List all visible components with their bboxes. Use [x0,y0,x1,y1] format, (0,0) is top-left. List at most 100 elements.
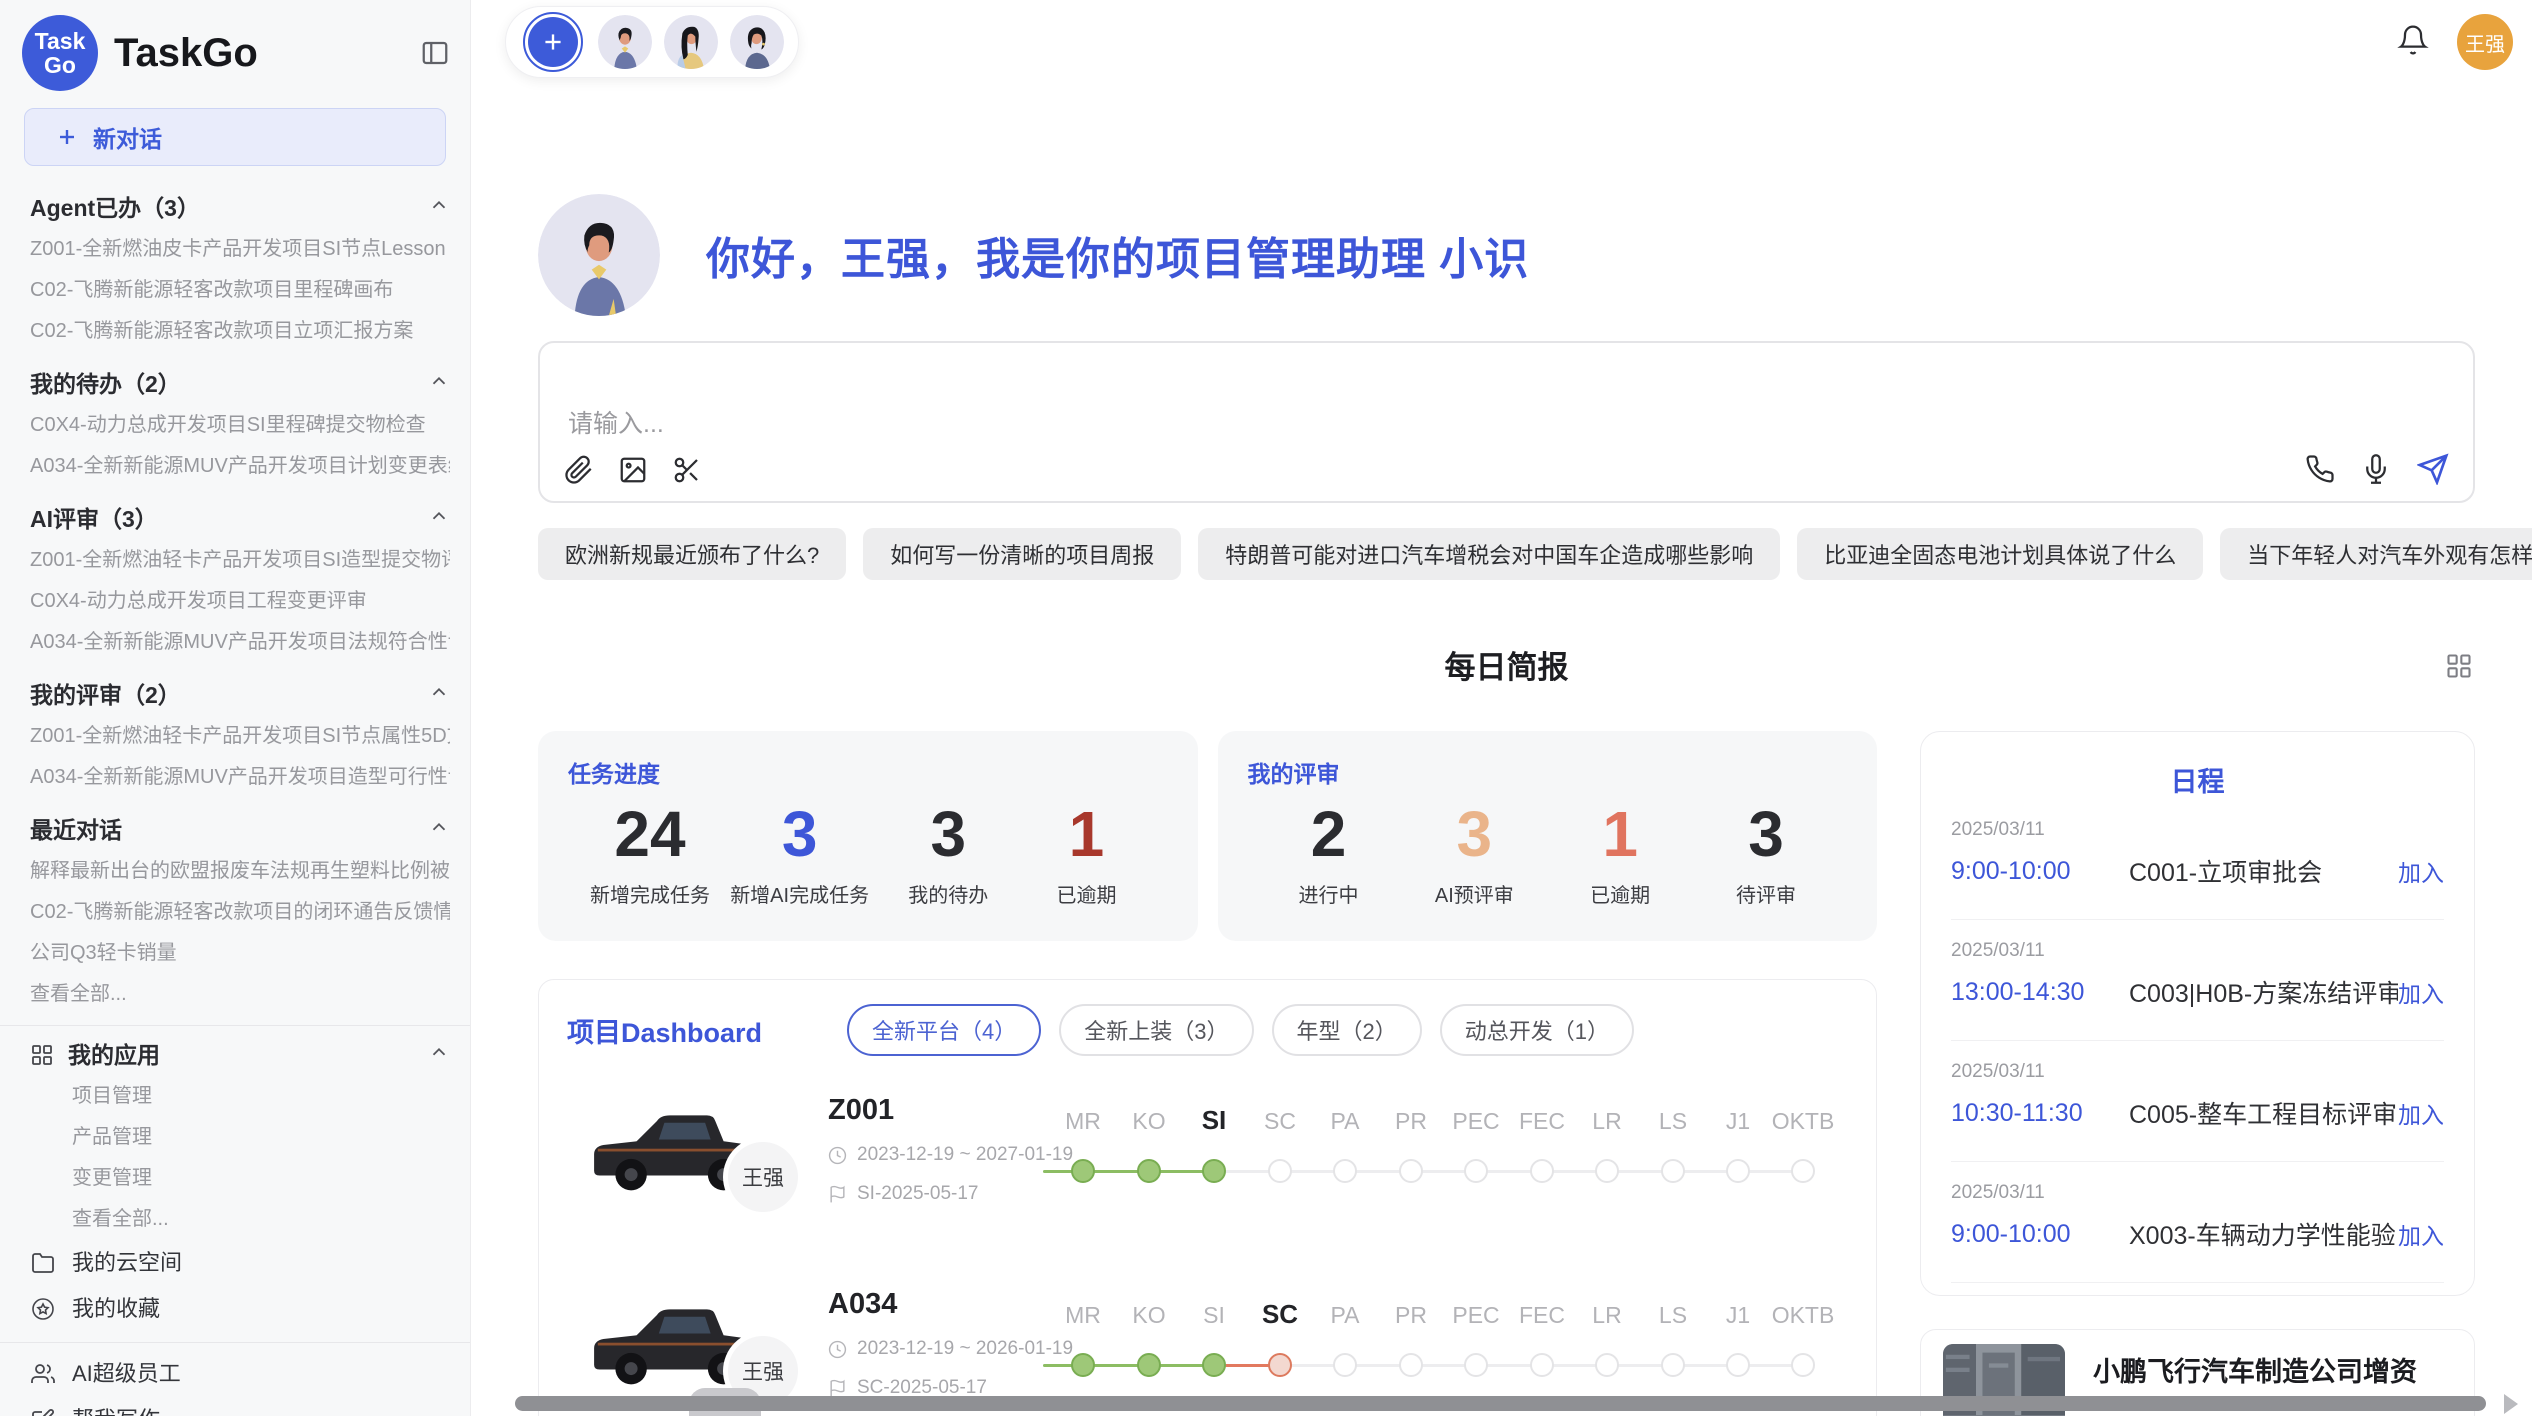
app-item-product-mgmt[interactable]: 产品管理 [72,1117,450,1158]
sidebar-item[interactable]: Z001-全新燃油轻卡产品开发项目SI节点属性5D文件评审 [30,716,450,757]
attachment-icon[interactable] [564,455,594,485]
microphone-icon[interactable] [2361,454,2391,484]
milestone-dot [1333,1353,1357,1377]
left-column: 任务进度 24 新增完成任务 3 新增AI完成任务 [538,731,1877,1416]
scissors-icon[interactable] [672,455,702,485]
user-avatar[interactable]: 王强 [2457,14,2513,70]
stat-new-ai-completed: 3 新增AI完成任务 [730,791,869,908]
recent-chat-item[interactable]: C02-飞腾新能源轻客改款项目的闭环通告反馈情况 [30,892,450,933]
sidebar-item-favorites[interactable]: 我的收藏 [30,1286,450,1332]
suggestion-chip[interactable]: 欧洲新规最近颁布了什么? [538,528,846,580]
section-agent-done[interactable]: Agent已办（3） [30,188,450,229]
chat-composer [538,341,2475,503]
stat-in-progress: 2 进行中 [1270,791,1388,908]
milestone-timeline: MR KO SI SC PA PR PEC FEC LR LS J1 [1043,1086,1848,1216]
notification-bell-icon[interactable] [2397,24,2429,61]
sidebar-item[interactable]: C02-飞腾新能源轻客改款项目里程碑画布 [30,270,450,311]
suggestion-chip[interactable]: 当下年轻人对汽车外观有怎样的喜好趋势 [2220,528,2532,580]
dashboard-filters: 全新平台（4） 全新上装（3） 年型（2） 动总开发（1） [847,1004,1634,1056]
news-title: 小鹏飞行汽车制造公司增资 [2093,1350,2452,1389]
add-agent-button[interactable] [528,17,578,67]
stat-label: 我的待办 [889,879,1007,908]
sidebar-item-help-me-write[interactable]: 帮我写作 [30,1397,450,1416]
image-icon[interactable] [618,455,648,485]
stat-my-todo: 3 我的待办 [889,791,1007,908]
suggestion-chip[interactable]: 特朗普可能对进口汽车增税会对中国车企造成哪些影响 [1198,528,1780,580]
layout-grid-icon[interactable] [2445,652,2473,685]
sidebar: Task Go TaskGo 新对话 Agent已办（3） Z001-全新燃油皮… [0,0,471,1416]
milestone-dot [1791,1159,1815,1183]
stat-label: 新增AI完成任务 [730,879,869,908]
recent-chat-item[interactable]: 解释最新出台的欧盟报废车法规再生塑料比例被调至15%... [30,851,450,892]
app-item-project-mgmt[interactable]: 项目管理 [72,1076,450,1117]
section-label: 我的评审（2） [30,675,181,716]
milestone-label: PA [1331,1302,1360,1329]
section-recent-chats[interactable]: 最近对话 [30,810,450,851]
milestone-dot [1726,1353,1750,1377]
app-item-change-mgmt[interactable]: 变更管理 [72,1158,450,1199]
suggestion-chip[interactable]: 如何写一份清晰的项目周报 [863,528,1181,580]
stat-label: 待评审 [1707,879,1825,908]
join-button[interactable]: 加入 [2398,854,2444,888]
section-my-apps[interactable]: 我的应用 [30,1034,450,1076]
horizontal-scrollbar[interactable] [515,1396,2486,1411]
join-button[interactable]: 加入 [2398,1217,2444,1251]
project-row[interactable]: 王强 A034 2023-12-19 ~ 2026-01-19 [567,1280,1848,1412]
sidebar-item-label: AI超级员工 [72,1351,181,1397]
clock-icon [828,1146,847,1165]
join-button[interactable]: 加入 [2398,975,2444,1009]
filter-chip[interactable]: 全新平台（4） [847,1004,1041,1056]
filter-chip[interactable]: 动总开发（1） [1440,1004,1634,1056]
greeting-row: 你好，王强，我是你的项目管理助理 小识 [538,194,2475,316]
project-code: Z001 [828,1094,1043,1127]
stat-new-completed: 24 新增完成任务 [590,791,710,908]
sidebar-item[interactable]: Z001-全新燃油轻卡产品开发项目SI造型提交物评审 [30,540,450,581]
sidebar-item[interactable]: C0X4-动力总成开发项目SI里程碑提交物检查 [30,405,450,446]
new-chat-button[interactable]: 新对话 [24,108,446,166]
milestone-label: PA [1331,1108,1360,1135]
send-icon[interactable] [2417,453,2449,485]
sidebar-item-ai-super-staff[interactable]: AI超级员工 [30,1351,450,1397]
section-my-todo[interactable]: 我的待办（2） [30,364,450,405]
milestone-dot [1791,1353,1815,1377]
view-all-schedule-link[interactable]: 查看所有日程 [1951,1295,2444,1296]
filter-chip[interactable]: 全新上装（3） [1059,1004,1253,1056]
dashboard-title: 项目Dashboard [567,1011,847,1050]
milestone-label: MR [1065,1302,1101,1329]
agent-avatar[interactable] [730,15,784,69]
filter-chip[interactable]: 年型（2） [1272,1004,1422,1056]
schedule-title: 日程 [1951,760,2444,799]
sidebar-item-cloud-space[interactable]: 我的云空间 [30,1240,450,1286]
recent-view-all[interactable]: 查看全部... [30,974,450,1015]
stat-value: 3 [889,791,1007,877]
suggestion-chip[interactable]: 比亚迪全固态电池计划具体说了什么 [1797,528,2203,580]
sidebar-item[interactable]: A034-全新新能源MUV产品开发项目计划变更表编写 [30,446,450,487]
project-row[interactable]: 王强 Z001 2023-12-19 ~ 2027-01-19 [567,1086,1848,1218]
section-my-review[interactable]: 我的评审（2） [30,675,450,716]
milestone-dot [1595,1159,1619,1183]
apps-view-all[interactable]: 查看全部... [72,1199,450,1240]
scroll-right-arrow[interactable] [2504,1394,2518,1414]
milestone-dot-done [1137,1159,1161,1183]
agent-avatar[interactable] [664,15,718,69]
logo-text-bottom: Go [44,53,76,77]
milestone-label: MR [1065,1108,1101,1135]
sidebar-item[interactable]: C02-飞腾新能源轻客改款项目立项汇报方案 [30,311,450,352]
sidebar-item[interactable]: A034-全新新能源MUV产品开发项目法规符合性评审 [30,622,450,663]
topbar-right: 王强 [2397,14,2513,70]
agent-avatar-pill [505,6,799,78]
sidebar-item[interactable]: C0X4-动力总成开发项目工程变更评审 [30,581,450,622]
agent-avatar[interactable] [598,15,652,69]
chat-input[interactable] [566,409,1970,440]
sidebar-item[interactable]: A034-全新新能源MUV产品开发项目造型可行性评审 [30,757,450,798]
milestone-dot [1333,1159,1357,1183]
sidebar-item[interactable]: Z001-全新燃油皮卡产品开发项目SI节点Lesson Learn报告 [30,229,450,270]
milestone-dot [1399,1159,1423,1183]
recent-chat-item[interactable]: 公司Q3轻卡销量 [30,933,450,974]
apps-grid-icon [30,1043,54,1067]
section-ai-review[interactable]: AI评审（3） [30,499,450,540]
join-button[interactable]: 加入 [2398,1096,2444,1130]
sidebar-collapse-icon[interactable] [420,38,450,68]
phone-icon[interactable] [2305,454,2335,484]
stats-row: 任务进度 24 新增完成任务 3 新增AI完成任务 [538,731,1877,941]
